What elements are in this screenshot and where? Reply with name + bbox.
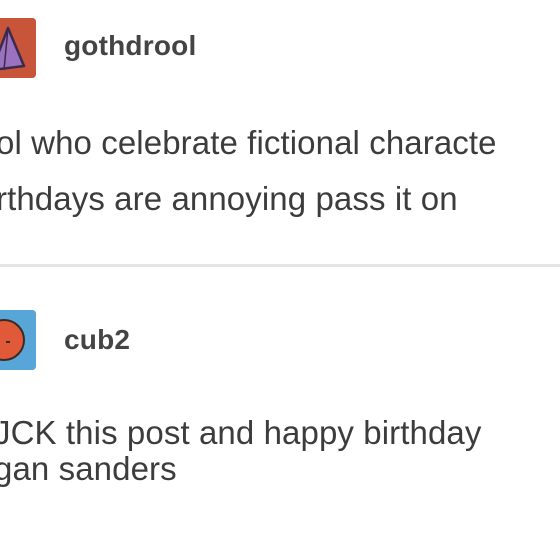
orange-face-avatar-icon	[0, 310, 36, 370]
post-divider	[0, 264, 560, 267]
post-gothdrool: gothdrool ol who celebrate fictional cha…	[0, 0, 560, 264]
username[interactable]: cub2	[64, 324, 130, 356]
username[interactable]: gothdrool	[64, 30, 196, 62]
post-text-line: rthdays are annoying pass it on	[0, 180, 458, 217]
avatar[interactable]	[0, 18, 36, 78]
post-text-line: gan sanders	[0, 450, 177, 487]
purple-triangle-avatar-icon	[0, 18, 36, 78]
avatar[interactable]	[0, 310, 36, 370]
post-text-line: JCK this post and happy birthday	[0, 414, 482, 451]
post-cub2: cub2 JCK this post and happy birthday ga…	[0, 268, 560, 560]
post-text-line: ol who celebrate fictional characte	[0, 124, 497, 161]
